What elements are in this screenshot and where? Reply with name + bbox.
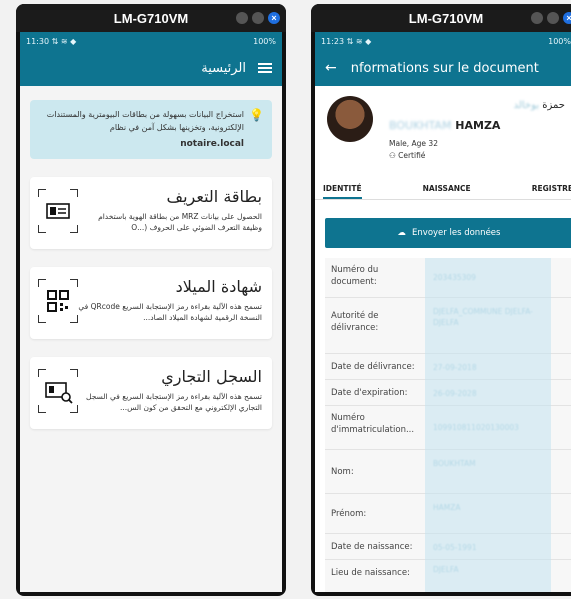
table-row: Date d'expiration: 26-09-2028 <box>325 380 571 406</box>
row-value: HAMZA <box>433 503 461 512</box>
card-description: الحصول على بيانات MRZ من بطاقة الهوية با… <box>98 212 262 232</box>
row-label: Prénom: <box>331 509 367 519</box>
status-battery: 100% <box>548 36 571 46</box>
page-title: nformations sur le document <box>350 60 539 76</box>
card-title: السجل التجاري <box>161 367 262 386</box>
tab-bar: IDENTITÉ NAISSANCE REGISTRE <box>315 178 571 200</box>
notaire-link: notaire.local <box>180 139 244 149</box>
row-value: 26-09-2028 <box>433 389 477 398</box>
cloud-upload-icon: ☁ <box>397 228 407 238</box>
app-header: الرئيسية <box>20 50 282 86</box>
table-row: Prénom: HAMZA <box>325 494 571 534</box>
card-commercial-register[interactable]: السجل التجاري تسمح هذه الآلية بقراءة رمز… <box>30 357 272 429</box>
maximize-icon[interactable] <box>252 12 264 24</box>
qr-code-icon <box>38 279 78 323</box>
name-latin-given: HAMZA <box>455 119 501 132</box>
row-label: Date d'expiration: <box>331 388 408 398</box>
status-battery: 100% <box>253 36 276 46</box>
table-row: Numéro du document: 203435309 <box>325 258 571 298</box>
document-details-table: Numéro du document: 203435309 Autorité de… <box>325 258 571 592</box>
name-latin-family: BOUKHTAM <box>389 119 452 132</box>
window-titlebar: LM-G710VM × <box>16 4 286 32</box>
name-arabic-family: بوخالد <box>513 100 540 111</box>
card-birth-certificate[interactable]: شهادة الميلاد تسمح هذه الآلية بقراءة رمز… <box>30 267 272 339</box>
row-label: Lieu de naissance: <box>331 568 410 578</box>
row-value: 109910811020130003 <box>433 423 519 432</box>
card-description: تسمح هذه الآلية بقراءة رمز الإستجابة الس… <box>78 302 262 322</box>
send-data-label: Envoyer les données <box>412 228 501 238</box>
name-arabic-given: حمزة <box>542 100 565 111</box>
minimize-icon[interactable] <box>236 12 248 24</box>
menu-icon[interactable] <box>258 63 272 73</box>
home-content: 💡 استخراج البيانات بسهولة من بطاقات البي… <box>20 86 282 592</box>
row-value: 27-09-2018 <box>433 363 477 372</box>
status-time: 11:30 <box>26 36 50 46</box>
card-description: تسمح هذه الآلية بقراءة رمز الإستجابة الس… <box>86 392 262 412</box>
window-title: LM-G710VM <box>408 10 484 26</box>
back-arrow-icon[interactable]: ← <box>325 60 337 76</box>
avatar <box>327 96 373 142</box>
info-text: استخراج البيانات بسهولة من بطاقات البيوم… <box>46 110 244 132</box>
close-icon[interactable]: × <box>268 12 280 24</box>
row-label: Numéro du document: <box>331 265 379 287</box>
row-value: DJELFA <box>433 565 459 574</box>
row-label: Numéro d'immatriculation... <box>331 413 415 435</box>
row-label: Autorité de délivrance: <box>331 311 379 333</box>
name-latin: BOUKHTAM HAMZA <box>389 119 500 132</box>
row-label: Nom: <box>331 467 354 477</box>
certified-label: Certifié <box>398 151 426 160</box>
window-titlebar: LM-G710VM × <box>311 4 571 32</box>
table-row: Date de naissance: 05-05-1991 <box>325 534 571 560</box>
certified-icon: ⚇ <box>389 151 396 160</box>
tab-identite[interactable]: IDENTITÉ <box>323 178 362 199</box>
app-screen: 11:23 ⇅ ≋ ◆ 100% ← nformations sur le do… <box>315 32 571 592</box>
profile-meta: Male, Age 32 ⚇ Certifié <box>389 138 438 162</box>
app-screen: 11:30 ⇅ ≋ ◆ 100% الرئيسية 💡 استخراج البي… <box>20 32 282 592</box>
status-signal: ⇅ ≋ ◆ <box>51 36 77 46</box>
app-header: ← nformations sur le document <box>315 50 571 86</box>
window-title: LM-G710VM <box>113 10 189 26</box>
tab-registre[interactable]: REGISTRE <box>532 178 571 199</box>
table-row: Nom: BOUKHTAM <box>325 450 571 494</box>
table-row: Autorité de délivrance: DJELFA_COMMUNE DJ… <box>325 298 571 354</box>
table-row: Date de délivrance: 27-09-2018 <box>325 354 571 380</box>
minimize-icon[interactable] <box>531 12 543 24</box>
profile-card: حمزة بوخالد BOUKHTAM HAMZA Male, Age 32 … <box>315 86 571 178</box>
lightbulb-icon: 💡 <box>249 108 264 122</box>
right-phone-window: LM-G710VM × 11:23 ⇅ ≋ ◆ 100% ← nformatio… <box>311 4 571 596</box>
row-value: 05-05-1991 <box>433 543 477 552</box>
status-time: 11:23 <box>321 36 345 46</box>
page-title: الرئيسية <box>201 60 246 76</box>
status-bar: 11:30 ⇅ ≋ ◆ 100% <box>20 32 282 50</box>
id-card-icon <box>38 189 78 233</box>
tab-naissance[interactable]: NAISSANCE <box>423 178 471 199</box>
status-signal: ⇅ ≋ ◆ <box>346 36 372 46</box>
name-arabic: حمزة بوخالد <box>514 100 565 111</box>
row-value: DJELFA_COMMUNE DJELFA-DJELFA <box>433 307 533 327</box>
info-banner: 💡 استخراج البيانات بسهولة من بطاقات البي… <box>30 100 272 159</box>
send-data-button[interactable]: ☁ Envoyer les données <box>325 218 571 248</box>
status-bar: 11:23 ⇅ ≋ ◆ 100% <box>315 32 571 50</box>
id-search-icon <box>38 369 78 413</box>
left-phone-window: LM-G710VM × 11:30 ⇅ ≋ ◆ 100% الرئيسية 💡 … <box>16 4 286 596</box>
row-label: Date de naissance: <box>331 542 413 552</box>
card-id-card[interactable]: بطاقة التعريف الحصول على بيانات MRZ من ب… <box>30 177 272 249</box>
gender-age: Male, Age 32 <box>389 139 438 148</box>
card-title: شهادة الميلاد <box>175 277 262 296</box>
row-value: BOUKHTAM <box>433 459 476 468</box>
maximize-icon[interactable] <box>547 12 559 24</box>
card-title: بطاقة التعريف <box>166 187 262 206</box>
close-icon[interactable]: × <box>563 12 571 24</box>
row-value: 203435309 <box>433 273 476 282</box>
row-label: Date de délivrance: <box>331 362 415 372</box>
table-row: Numéro d'immatriculation... 1099108110201… <box>325 406 571 450</box>
table-row: Lieu de naissance: DJELFA <box>325 560 571 586</box>
